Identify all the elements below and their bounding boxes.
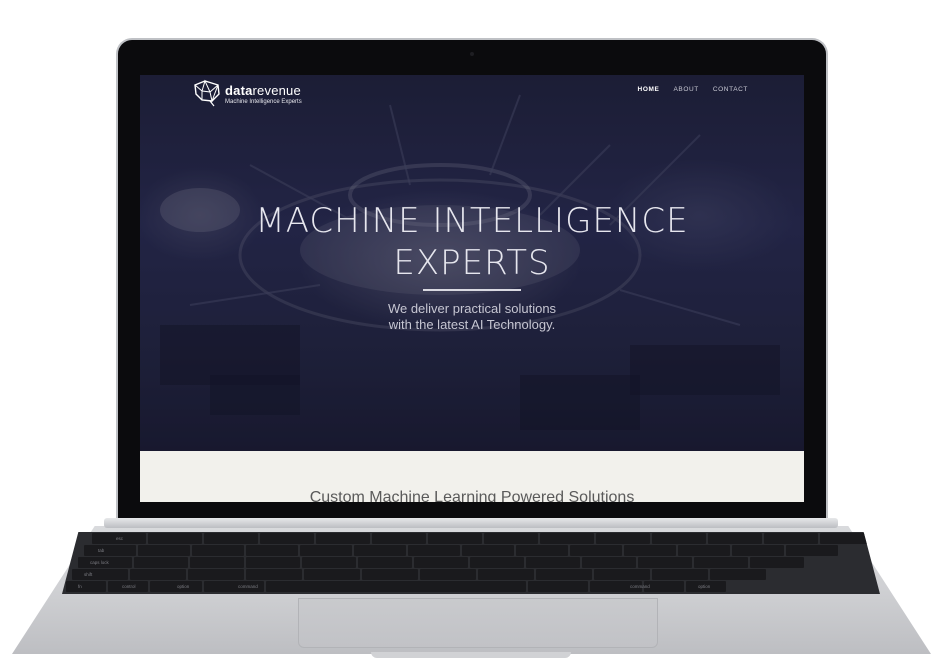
key-row-3 <box>78 557 804 568</box>
key-label-shift: shift <box>84 572 93 577</box>
keyboard-key <box>750 557 804 568</box>
keyboard-key <box>428 533 482 544</box>
keyboard-key <box>246 545 298 556</box>
keyboard-key <box>246 569 302 580</box>
keyboard-key <box>316 533 370 544</box>
keyboard-key <box>478 569 534 580</box>
keyboard-key <box>304 569 360 580</box>
key-label-control: control <box>122 584 136 589</box>
keyboard-key <box>732 545 784 556</box>
key-label-option-right: option <box>698 584 711 589</box>
keyboard-key <box>540 533 594 544</box>
logo-tagline: Machine Intelligence Experts <box>225 99 302 105</box>
keyboard-key <box>516 545 568 556</box>
keyboard-key <box>462 545 514 556</box>
logo-wordmark-bold: data <box>225 83 253 98</box>
key-label-command-left: command <box>238 584 258 589</box>
key-label-fn: fn <box>78 584 82 589</box>
keyboard-key <box>408 545 460 556</box>
keyboard-key <box>372 533 426 544</box>
hero-headline-line2: EXPERTS <box>393 243 551 283</box>
keyboard-key <box>266 581 526 592</box>
keyboard-key <box>644 581 684 592</box>
keyboard-key <box>204 533 258 544</box>
keyboard-key <box>528 581 588 592</box>
keyboard-key <box>362 569 418 580</box>
main-nav: HOME ABOUT CONTACT <box>638 86 748 93</box>
keyboard-key <box>246 557 300 568</box>
laptop-front-lip <box>371 652 571 658</box>
keyboard-key <box>354 545 406 556</box>
keyboard-key <box>72 569 128 580</box>
key-label-tab: tab <box>98 548 105 553</box>
keyboard-key <box>192 545 244 556</box>
nav-contact[interactable]: CONTACT <box>713 86 748 93</box>
hero-section: datarevenue Machine Intelligence Experts… <box>140 75 804 451</box>
keyboard-key <box>652 569 708 580</box>
nav-about[interactable]: ABOUT <box>673 86 698 93</box>
logo-wordmark-rest: revenue <box>252 83 301 98</box>
keyboard-key <box>484 533 538 544</box>
keyboard-key <box>638 557 692 568</box>
keyboard-key <box>786 545 838 556</box>
services-title: Custom Machine Learning Powered Solution… <box>309 489 635 502</box>
services-section: Custom Machine Learning Powered Solution… <box>140 451 804 502</box>
keyboard-key <box>148 533 202 544</box>
key-label-option-left: option <box>177 584 190 589</box>
keyboard-key <box>188 569 244 580</box>
keyboard-key <box>582 557 636 568</box>
keyboard-key <box>138 545 190 556</box>
keyboard: esc tab caps lock shift fn control optio… <box>62 532 880 594</box>
key-label-caps: caps lock <box>90 560 109 565</box>
laptop-mockup: datarevenue Machine Intelligence Experts… <box>0 0 943 662</box>
laptop-hinge <box>104 518 838 528</box>
hero-headline-line1: MACHINE INTELLIGENCE <box>255 201 689 241</box>
keyboard-key <box>764 533 818 544</box>
nav-home[interactable]: HOME <box>638 86 660 93</box>
keyboard-key <box>130 569 186 580</box>
keyboard-key <box>302 557 356 568</box>
keyboard-key <box>84 545 136 556</box>
keyboard-key <box>570 545 622 556</box>
key-label-command-right: command <box>630 584 650 589</box>
keyboard-key <box>710 569 766 580</box>
keyboard-key <box>594 569 650 580</box>
keyboard-key <box>190 557 244 568</box>
keyboard-key <box>708 533 762 544</box>
hero-divider <box>423 289 521 291</box>
keyboard-key <box>820 533 874 544</box>
keyboard-key <box>470 557 524 568</box>
camera-icon <box>470 52 474 56</box>
logo-wordmark: datarevenue <box>225 83 301 98</box>
keyboard-key <box>260 533 314 544</box>
keyboard-key <box>150 581 202 592</box>
keyboard-key <box>536 569 592 580</box>
key-row-2 <box>84 545 838 556</box>
hero-subtitle-line2: with the latest AI Technology. <box>388 317 556 332</box>
keyboard-key <box>66 581 106 592</box>
key-row-1 <box>92 533 874 544</box>
keyboard-key <box>526 557 580 568</box>
keyboard-key <box>134 557 188 568</box>
keyboard-key <box>678 545 730 556</box>
keyboard-key <box>596 533 650 544</box>
key-row-5 <box>66 581 726 592</box>
hero-subtitle-line1: We deliver practical solutions <box>387 301 557 316</box>
keyboard-key <box>694 557 748 568</box>
key-label-esc: esc <box>116 536 124 541</box>
trackpad <box>298 598 658 648</box>
laptop-screen: datarevenue Machine Intelligence Experts… <box>140 75 804 502</box>
brain-logo-icon <box>194 79 220 107</box>
keyboard-key <box>300 545 352 556</box>
keyboard-key <box>652 533 706 544</box>
key-row-4 <box>72 569 766 580</box>
keyboard-key <box>420 569 476 580</box>
keyboard-key <box>358 557 412 568</box>
keyboard-key <box>624 545 676 556</box>
keyboard-key <box>414 557 468 568</box>
